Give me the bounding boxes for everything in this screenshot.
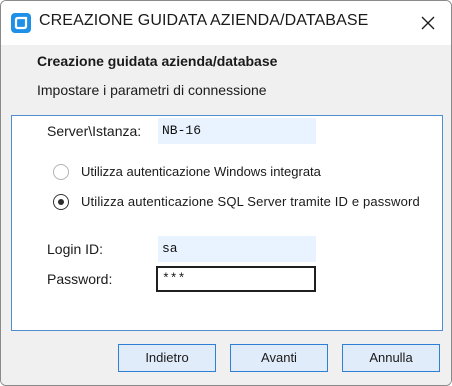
radio-sql-auth[interactable] xyxy=(53,194,69,210)
server-label: Server\Istanza: xyxy=(47,123,142,139)
close-button[interactable] xyxy=(411,7,445,39)
window-title: CREAZIONE GUIDATA AZIENDA/DATABASE xyxy=(39,12,369,29)
wizard-subtitle: Impostare i parametri di connessione xyxy=(37,82,267,98)
password-label: Password: xyxy=(47,271,113,287)
login-label: Login ID: xyxy=(47,241,104,257)
next-button[interactable]: Avanti xyxy=(230,344,328,372)
password-input[interactable]: *** xyxy=(156,266,316,292)
wizard-content: Server\Istanza: NB-16 Utilizza autentica… xyxy=(1,107,451,385)
radio-windows-auth-label[interactable]: Utilizza autenticazione Windows integrat… xyxy=(81,164,321,179)
app-icon xyxy=(11,13,31,33)
login-input[interactable]: sa xyxy=(158,236,316,262)
connection-panel: Server\Istanza: NB-16 Utilizza autentica… xyxy=(11,115,443,331)
back-button[interactable]: Indietro xyxy=(118,344,216,372)
wizard-dialog: CREAZIONE GUIDATA AZIENDA/DATABASE Creaz… xyxy=(0,0,452,386)
close-icon xyxy=(421,16,435,30)
wizard-title: Creazione guidata azienda/database xyxy=(37,53,278,69)
server-input[interactable]: NB-16 xyxy=(158,118,316,144)
wizard-header: Creazione guidata azienda/database Impos… xyxy=(1,45,451,107)
title-bar[interactable]: CREAZIONE GUIDATA AZIENDA/DATABASE xyxy=(1,1,451,45)
radio-windows-auth[interactable] xyxy=(53,164,69,180)
cancel-button[interactable]: Annulla xyxy=(342,344,440,372)
radio-sql-auth-label[interactable]: Utilizza autenticazione SQL Server trami… xyxy=(81,194,420,209)
